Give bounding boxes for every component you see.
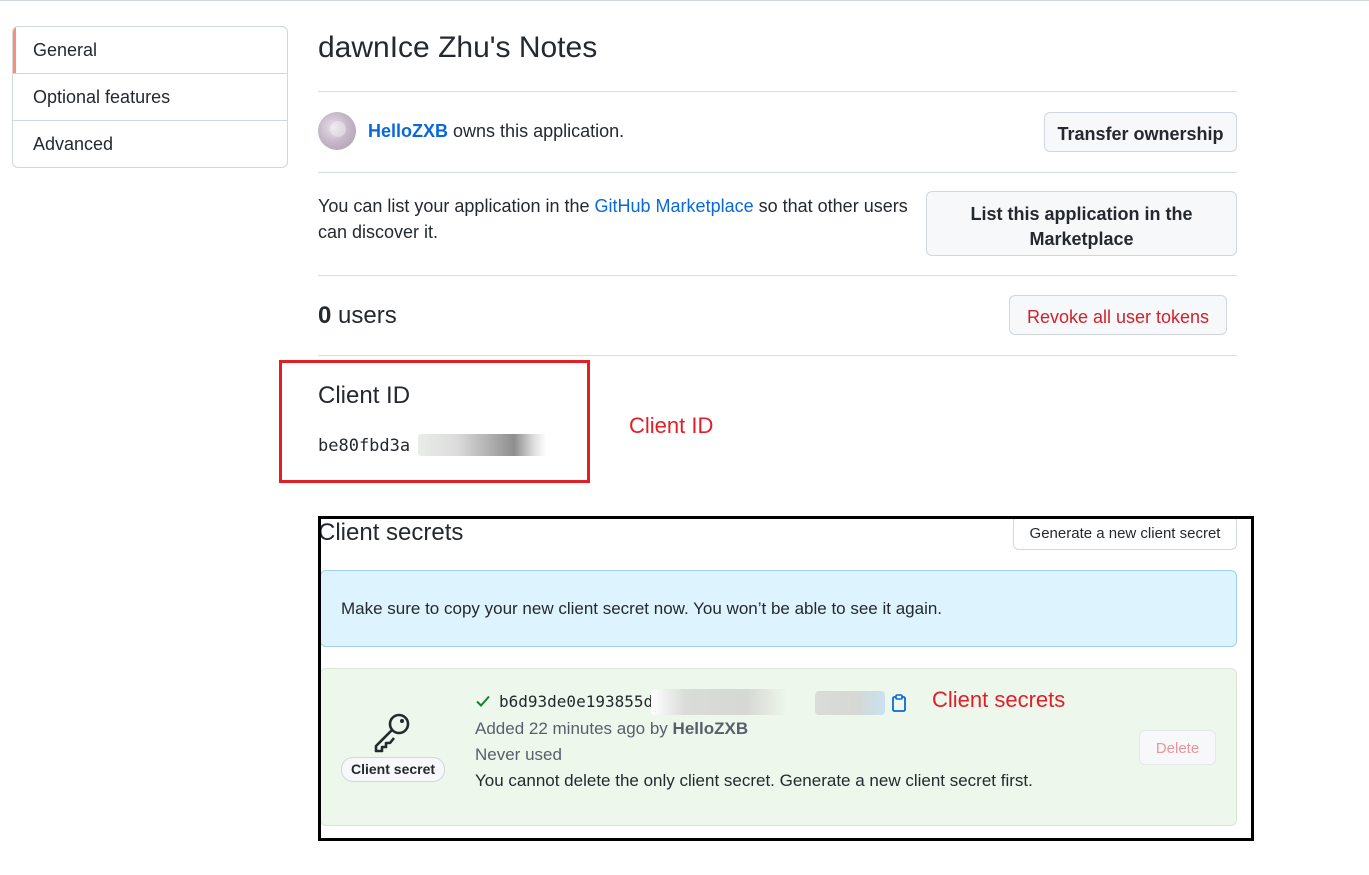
users-count-number: 0 [318, 302, 332, 329]
owner-line: HelloZXB owns this application. [368, 121, 624, 142]
client-secrets-annotation-box [318, 516, 1254, 841]
transfer-ownership-button[interactable]: Transfer ownership [1044, 112, 1237, 152]
revoke-all-tokens-button[interactable]: Revoke all user tokens [1009, 295, 1227, 335]
marketplace-text: You can list your application in the Git… [318, 193, 928, 245]
page-title: dawnIce Zhu's Notes [318, 31, 598, 64]
top-divider [0, 0, 1369, 1]
settings-sidebar: General Optional features Advanced [12, 26, 288, 168]
list-in-marketplace-button[interactable]: List this application in the Marketplace [926, 191, 1237, 256]
sidebar-item-optional-features[interactable]: Optional features [13, 73, 287, 120]
divider [318, 355, 1237, 356]
sidebar-item-general[interactable]: General [13, 27, 287, 73]
client-id-annotation-box [279, 360, 590, 483]
divider [318, 172, 1237, 173]
divider [318, 91, 1237, 92]
users-count: 0 users [318, 302, 397, 330]
owner-link[interactable]: HelloZXB [368, 121, 448, 141]
divider [318, 275, 1237, 276]
client-id-annotation-label: Client ID [629, 413, 714, 438]
owner-suffix: owns this application. [453, 121, 625, 141]
marketplace-text-before: You can list your application in the [318, 196, 590, 216]
sidebar-item-advanced[interactable]: Advanced [13, 120, 287, 167]
users-count-label: users [338, 302, 397, 329]
marketplace-link[interactable]: GitHub Marketplace [595, 196, 754, 216]
avatar[interactable] [318, 112, 356, 150]
